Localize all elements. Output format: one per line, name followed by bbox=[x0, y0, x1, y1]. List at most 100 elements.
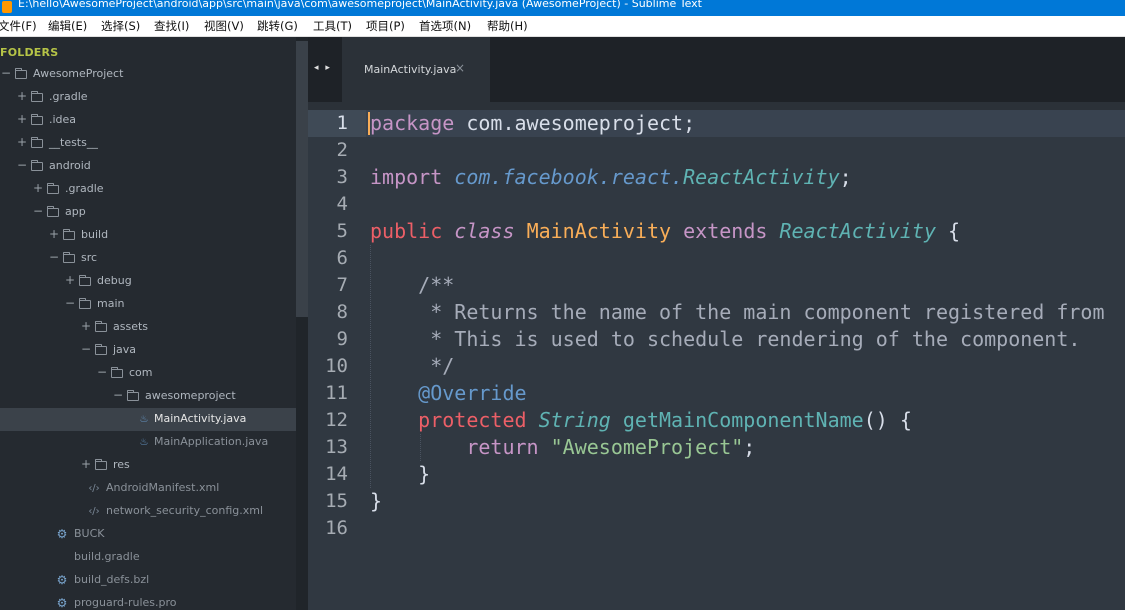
sidebar-item-mainapplication-java[interactable]: ♨ MainApplication.java bbox=[0, 431, 296, 454]
menu-item-4[interactable]: 视图(V) bbox=[204, 19, 244, 34]
code-token: com.awesomeproject; bbox=[454, 111, 696, 135]
menu-item-7[interactable]: 项目(P) bbox=[366, 19, 405, 34]
sidebar-item-androidmanifest-xml[interactable]: ‹/› AndroidManifest.xml bbox=[0, 477, 296, 500]
collapse-icon[interactable]: − bbox=[113, 389, 123, 402]
sidebar-item-label: __tests__ bbox=[49, 136, 98, 149]
menu-item-5[interactable]: 跳转(G) bbox=[257, 19, 298, 34]
expand-icon[interactable]: + bbox=[33, 182, 43, 195]
menu-item-0[interactable]: 文件(F) bbox=[0, 19, 37, 34]
sidebar-scrollbar-thumb[interactable] bbox=[296, 41, 308, 317]
sidebar-item-debug[interactable]: + debug bbox=[0, 270, 296, 293]
sidebar-item-awesomeproject[interactable]: − AwesomeProject bbox=[0, 63, 296, 86]
sidebar-item-buck[interactable]: ⚙ BUCK bbox=[0, 523, 296, 546]
sidebar-item-main[interactable]: − main bbox=[0, 293, 296, 316]
code-line[interactable]: } bbox=[370, 488, 382, 515]
sidebar-item-java[interactable]: − java bbox=[0, 339, 296, 362]
code-line[interactable]: /** bbox=[370, 272, 454, 299]
sidebar-item-src[interactable]: − src bbox=[0, 247, 296, 270]
sidebar-item-awesomeproject[interactable]: − awesomeproject bbox=[0, 385, 296, 408]
line-number: 5 bbox=[336, 220, 348, 242]
collapse-icon[interactable]: − bbox=[1, 67, 11, 80]
sidebar-item-label: .gradle bbox=[49, 90, 88, 103]
code-token: @Override bbox=[418, 381, 527, 405]
menu-item-3[interactable]: 查找(I) bbox=[154, 19, 189, 34]
code-editor[interactable]: 1 package com.awesomeproject; 2 3 import com… bbox=[308, 110, 1125, 610]
expand-icon[interactable]: + bbox=[65, 274, 75, 287]
sidebar-item-app[interactable]: − app bbox=[0, 201, 296, 224]
code-line[interactable]: * Returns the name of the main component… bbox=[370, 299, 1104, 326]
sidebar-item-label: res bbox=[113, 458, 130, 471]
collapse-icon[interactable]: − bbox=[49, 251, 59, 264]
sidebar-item-gradle[interactable]: + .gradle bbox=[0, 86, 296, 109]
code-token: ReactActivity bbox=[683, 165, 840, 189]
sidebar-item-tests[interactable]: + __tests__ bbox=[0, 132, 296, 155]
sidebar-item-label: main bbox=[97, 297, 125, 310]
menu-bar: 文件(F) 编辑(E) 选择(S) 查找(I) 视图(V) 跳转(G) 工具(T) 项目(P)… bbox=[0, 16, 1125, 37]
sidebar-item-idea[interactable]: + .idea bbox=[0, 109, 296, 132]
code-token: import bbox=[370, 165, 443, 189]
sidebar-item-android[interactable]: − android bbox=[0, 155, 296, 178]
window-title: E:\hello\AwesomeProject\android\app\src\… bbox=[18, 0, 702, 10]
expand-icon[interactable]: + bbox=[17, 90, 27, 103]
code-token: String bbox=[538, 408, 611, 432]
expand-icon[interactable]: + bbox=[81, 458, 91, 471]
tab-label: MainActivity.java bbox=[364, 63, 457, 76]
code-line[interactable]: protected String getMainComponentName() … bbox=[370, 407, 912, 434]
code-token: "AwesomeProject" bbox=[550, 435, 744, 459]
code-token: public bbox=[370, 219, 443, 243]
tab-close-icon[interactable]: × bbox=[455, 61, 465, 75]
sidebar-item-build-defs-bzl[interactable]: ⚙ build_defs.bzl bbox=[0, 569, 296, 592]
java-file-icon: ♨ bbox=[139, 437, 149, 448]
code-token: package bbox=[370, 111, 455, 135]
sidebar-item-label: MainApplication.java bbox=[154, 435, 269, 448]
expand-icon[interactable]: + bbox=[81, 320, 91, 333]
code-line[interactable]: } bbox=[370, 461, 430, 488]
sidebar-item-res[interactable]: + res bbox=[0, 454, 296, 477]
sidebar-item-build-gradle[interactable]: build.gradle bbox=[0, 546, 296, 569]
collapse-icon[interactable]: − bbox=[97, 366, 107, 379]
collapse-icon[interactable]: − bbox=[17, 159, 27, 172]
collapse-icon[interactable]: − bbox=[81, 343, 91, 356]
sidebar-item-label: proguard-rules.pro bbox=[74, 596, 177, 609]
code-line[interactable]: public class MainActivity extends ReactA… bbox=[370, 218, 960, 245]
code-line[interactable]: */ bbox=[370, 353, 454, 380]
line-number: 14 bbox=[325, 463, 348, 485]
menu-item-8[interactable]: 首选项(N) bbox=[419, 19, 471, 34]
expand-icon[interactable]: + bbox=[17, 136, 27, 149]
line-number: 2 bbox=[336, 139, 348, 161]
code-token: } bbox=[370, 489, 383, 513]
tab-nav-arrows-icon[interactable]: ◂ ▸ bbox=[314, 63, 332, 73]
code-token: */ bbox=[430, 354, 455, 378]
code-line[interactable]: package com.awesomeproject; bbox=[370, 110, 695, 137]
sidebar-item-com[interactable]: − com bbox=[0, 362, 296, 385]
tab-main-activity[interactable]: MainActivity.java × bbox=[342, 37, 490, 102]
sidebar-item-gradle[interactable]: + .gradle bbox=[0, 178, 296, 201]
sidebar-item-assets[interactable]: + assets bbox=[0, 316, 296, 339]
code-line[interactable]: import com.facebook.react.ReactActivity; bbox=[370, 164, 852, 191]
collapse-icon[interactable]: − bbox=[33, 205, 43, 218]
sidebar-item-proguard-rules-pro[interactable]: ⚙ proguard-rules.pro bbox=[0, 592, 296, 610]
code-line[interactable]: * This is used to schedule rendering of … bbox=[370, 326, 1080, 353]
code-line[interactable]: @Override bbox=[370, 380, 527, 407]
line-number: 13 bbox=[325, 436, 348, 458]
expand-icon[interactable]: + bbox=[49, 228, 59, 241]
sidebar-item-mainactivity-java[interactable]: ♨ MainActivity.java bbox=[0, 408, 296, 431]
code-token: com.facebook.react. bbox=[454, 165, 684, 189]
collapse-icon[interactable]: − bbox=[65, 297, 75, 310]
menu-item-2[interactable]: 选择(S) bbox=[101, 19, 140, 34]
menu-item-6[interactable]: 工具(T) bbox=[313, 19, 352, 34]
menu-item-1[interactable]: 编辑(E) bbox=[48, 19, 87, 34]
code-line[interactable]: return "AwesomeProject"; bbox=[370, 434, 755, 461]
menu-item-9[interactable]: 帮助(H) bbox=[487, 19, 528, 34]
sidebar-item-network-security-config-xml[interactable]: ‹/› network_security_config.xml bbox=[0, 500, 296, 523]
expand-icon[interactable]: + bbox=[17, 113, 27, 126]
sidebar-item-build[interactable]: + build bbox=[0, 224, 296, 247]
